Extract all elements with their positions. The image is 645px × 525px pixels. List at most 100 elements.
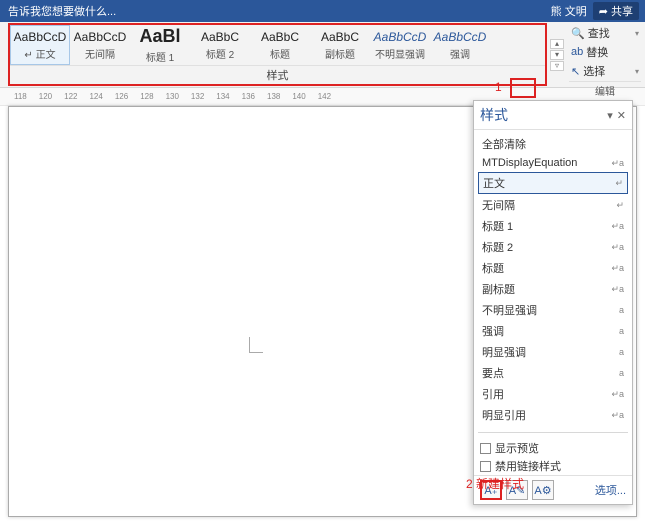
panel-menu-icon[interactable]: ▾ bbox=[607, 109, 613, 122]
style-suffix-icon: ↵a bbox=[611, 410, 624, 421]
chevron-down-icon[interactable]: ▾ bbox=[635, 29, 639, 38]
style-suffix-icon: ↵a bbox=[611, 221, 624, 232]
style-preview: AaBbC bbox=[261, 30, 299, 44]
style-chip[interactable]: AaBbC 标题 2 bbox=[190, 25, 250, 65]
style-chip[interactable]: AaBl 标题 1 bbox=[130, 25, 190, 65]
annotation-1: 1 bbox=[495, 80, 502, 94]
style-list-item[interactable]: 标题 1 ↵a bbox=[478, 216, 628, 236]
style-chip[interactable]: AaBbCcD无间隔 bbox=[70, 25, 130, 65]
gallery-more[interactable]: ▴ ▾ ▿ bbox=[549, 22, 565, 87]
show-preview-checkbox[interactable]: 显示预览 bbox=[474, 439, 632, 457]
style-label: 标题 2 bbox=[206, 46, 234, 61]
style-suffix-icon: ↵a bbox=[611, 263, 624, 274]
close-icon[interactable]: ✕ bbox=[617, 109, 626, 122]
editing-group-label: 编辑 bbox=[569, 81, 641, 98]
style-preview: AaBbC bbox=[321, 30, 359, 44]
style-list-item[interactable]: 副标题 ↵a bbox=[478, 279, 628, 299]
styles-panel: 样式 ▾ ✕ 全部清除 MTDisplayEquation ↵a 正文 ↵ 无间隔 ↵ 标题 … bbox=[473, 100, 633, 505]
style-list-item[interactable]: 标题 ↵a bbox=[478, 258, 628, 278]
style-name: 无间隔 bbox=[482, 197, 515, 213]
style-suffix-icon: ↵a bbox=[611, 389, 624, 400]
tell-me-text[interactable]: 告诉我您想要做什么... bbox=[8, 3, 116, 19]
manage-styles-button[interactable]: A⚙ bbox=[532, 480, 554, 500]
style-preview: AaBbCcD bbox=[374, 30, 427, 44]
style-name: 全部清除 bbox=[482, 136, 526, 152]
style-preview: AaBbCcD bbox=[434, 30, 487, 44]
style-chip[interactable]: AaBbC 标题 bbox=[250, 25, 310, 65]
style-suffix-icon: ↵ bbox=[616, 200, 624, 211]
style-label: ↵ 正文 bbox=[24, 46, 55, 61]
share-button[interactable]: ➦ 共享 bbox=[593, 2, 639, 20]
style-list-item[interactable]: 明显引用 ↵a bbox=[478, 405, 628, 425]
chevron-down-icon[interactable]: ▾ bbox=[635, 67, 639, 76]
style-label: 副标题 bbox=[325, 46, 355, 61]
styles-gallery: AaBbCcD↵ 正文AaBbCcD无间隔AaBl标题 1AaBbC标题 2Aa… bbox=[8, 23, 547, 86]
style-name: 不明显强调 bbox=[482, 302, 537, 318]
expand-icon[interactable]: ▿ bbox=[550, 61, 564, 71]
style-list[interactable]: 全部清除MTDisplayEquation↵a正文↵无间隔↵标题 1↵a标题 2… bbox=[474, 130, 632, 426]
style-preview: AaBbCcD bbox=[14, 30, 67, 44]
annotation-2: 2 新建样式 bbox=[466, 475, 524, 492]
style-suffix-icon: ↵a bbox=[611, 284, 624, 295]
replace-button[interactable]: ab替换 bbox=[569, 43, 641, 61]
style-list-item[interactable]: 正文 ↵ bbox=[478, 172, 628, 194]
style-name: 明显强调 bbox=[482, 344, 526, 360]
style-suffix-icon: ↵ bbox=[615, 178, 623, 189]
style-label: 标题 1 bbox=[146, 49, 174, 64]
style-name: 副标题 bbox=[482, 281, 515, 297]
style-label: 标题 bbox=[270, 46, 290, 61]
style-label: 强调 bbox=[450, 46, 470, 61]
style-suffix-icon: a bbox=[619, 347, 624, 357]
style-list-item[interactable]: 标题 2 ↵a bbox=[478, 237, 628, 257]
pointer-icon: ↖ bbox=[571, 65, 580, 78]
find-button[interactable]: 🔍查找▾ bbox=[569, 24, 641, 42]
style-suffix-icon: ↵a bbox=[611, 242, 624, 253]
style-suffix-icon: ↵a bbox=[611, 158, 624, 169]
style-preview: AaBl bbox=[139, 26, 180, 47]
style-preview: AaBbC bbox=[201, 30, 239, 44]
style-name: 标题 2 bbox=[482, 239, 513, 255]
share-icon: ➦ bbox=[599, 6, 608, 18]
style-chip[interactable]: AaBbCcD 强调 bbox=[430, 25, 490, 65]
style-list-item[interactable]: 全部清除 bbox=[478, 134, 628, 154]
checkbox-icon bbox=[480, 461, 491, 472]
style-preview: AaBbCcD bbox=[74, 30, 127, 44]
style-name: 明显引用 bbox=[482, 407, 526, 423]
editing-group: 🔍查找▾ ab替换 ↖选择▾ 编辑 bbox=[565, 22, 645, 87]
style-list-item[interactable]: 强调 a bbox=[478, 321, 628, 341]
user-name[interactable]: 熊 文明 bbox=[551, 3, 587, 19]
style-name: 正文 bbox=[483, 175, 505, 191]
options-link[interactable]: 选项... bbox=[595, 482, 626, 498]
select-button[interactable]: ↖选择▾ bbox=[569, 62, 641, 80]
style-suffix-icon: a bbox=[619, 326, 624, 336]
manage-icon: A⚙ bbox=[534, 484, 551, 497]
title-bar: 告诉我您想要做什么... 熊 文明 ➦ 共享 bbox=[0, 0, 645, 22]
style-list-item[interactable]: 要点 a bbox=[478, 363, 628, 383]
style-name: 要点 bbox=[482, 365, 504, 381]
styles-group-label: 样式 bbox=[10, 65, 545, 84]
style-name: MTDisplayEquation bbox=[482, 157, 577, 169]
checkbox-icon bbox=[480, 443, 491, 454]
chevron-up-icon[interactable]: ▴ bbox=[550, 39, 564, 49]
panel-title: 样式 bbox=[480, 105, 508, 125]
style-chip[interactable]: AaBbCcD 不明显强调 bbox=[370, 25, 430, 65]
style-list-item[interactable]: 无间隔 ↵ bbox=[478, 195, 628, 215]
ribbon: AaBbCcD↵ 正文AaBbCcD无间隔AaBl标题 1AaBbC标题 2Aa… bbox=[0, 22, 645, 88]
style-name: 标题 1 bbox=[482, 218, 513, 234]
style-list-item[interactable]: MTDisplayEquation ↵a bbox=[478, 155, 628, 171]
style-list-item[interactable]: 引用 ↵a bbox=[478, 384, 628, 404]
style-name: 强调 bbox=[482, 323, 504, 339]
style-chip[interactable]: AaBbCcD ↵ 正文 bbox=[10, 25, 70, 65]
search-icon: 🔍 bbox=[571, 27, 585, 40]
style-name: 引用 bbox=[482, 386, 504, 402]
annotation-1-box bbox=[510, 78, 536, 98]
style-suffix-icon: a bbox=[619, 305, 624, 315]
chevron-down-icon[interactable]: ▾ bbox=[550, 50, 564, 60]
disable-linked-checkbox[interactable]: 禁用链接样式 bbox=[474, 457, 632, 475]
style-list-item[interactable]: 明显强调 a bbox=[478, 342, 628, 362]
style-label: 不明显强调 bbox=[375, 46, 425, 61]
style-chip[interactable]: AaBbC 副标题 bbox=[310, 25, 370, 65]
style-name: 标题 bbox=[482, 260, 504, 276]
style-list-item[interactable]: 不明显强调 a bbox=[478, 300, 628, 320]
style-suffix-icon: a bbox=[619, 368, 624, 378]
